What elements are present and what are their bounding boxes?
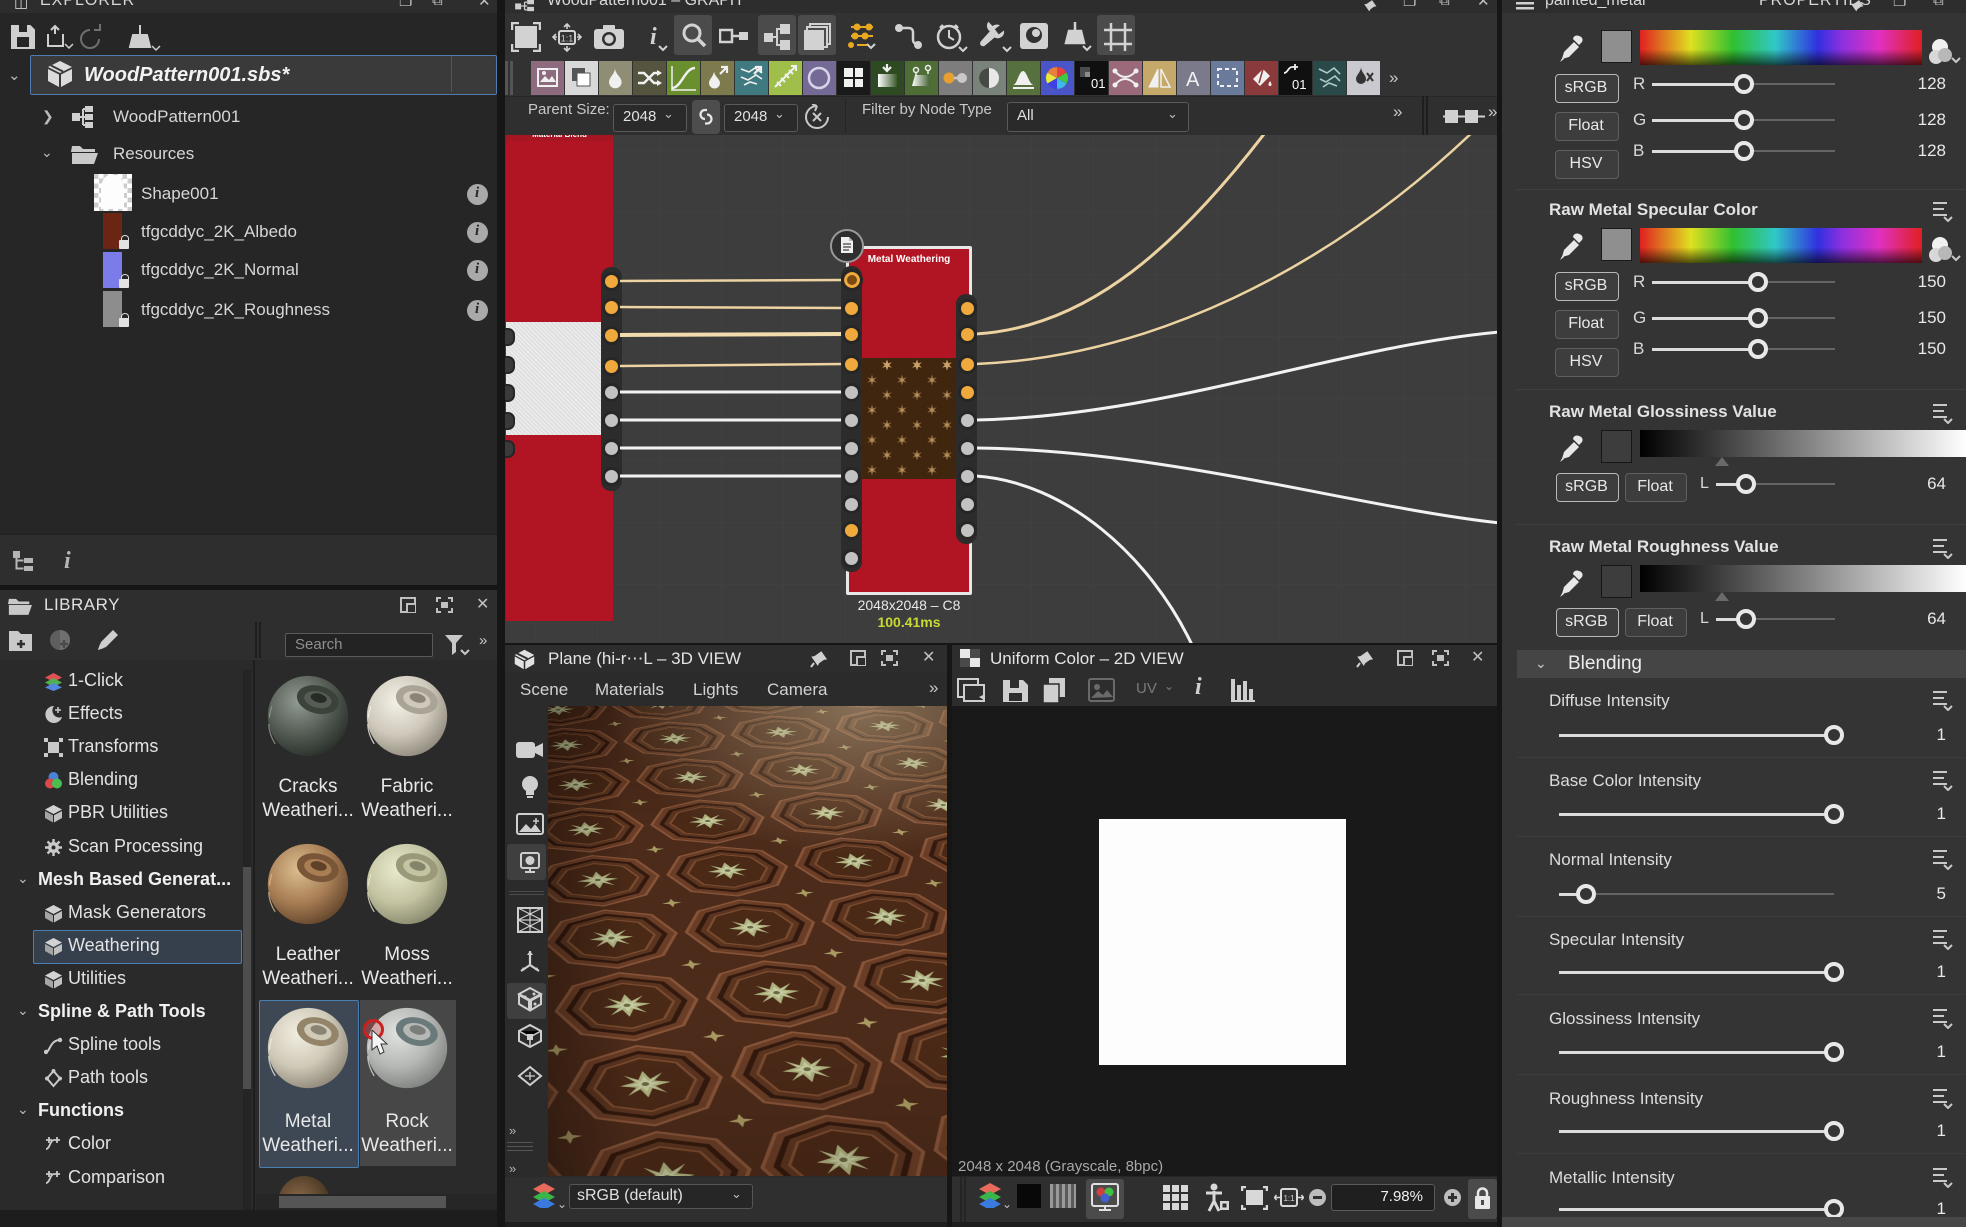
svg-text:1:1: 1:1 [561, 34, 574, 44]
svg-text:A: A [1186, 69, 1200, 91]
svg-text:i: i [650, 24, 657, 50]
svg-text:1:1: 1:1 [1283, 1194, 1295, 1203]
svg-text:01: 01 [1292, 77, 1306, 92]
svg-text:01: 01 [1091, 76, 1105, 91]
